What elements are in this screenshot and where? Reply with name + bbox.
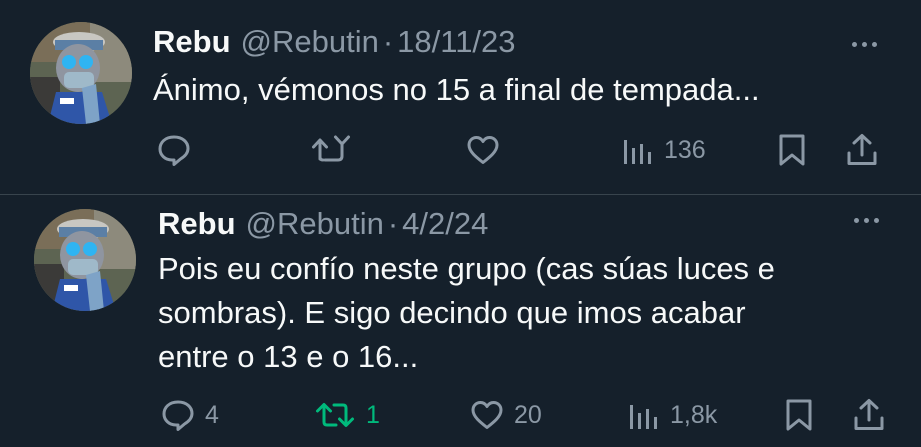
author-handle[interactable]: @Rebutin xyxy=(246,206,384,242)
tweet-header: Rebu @Rebutin · 4/2/24 xyxy=(158,206,488,242)
tweet-text: Pois eu confío neste grupo (cas súas luc… xyxy=(158,251,775,374)
avatar-image xyxy=(30,22,132,124)
reply-count: 4 xyxy=(205,401,219,429)
view-count: 1,8k xyxy=(670,401,718,429)
more-icon[interactable] xyxy=(854,218,879,223)
share-icon xyxy=(847,134,877,165)
author-name[interactable]: Rebu xyxy=(158,206,236,242)
like-count: 20 xyxy=(514,401,542,429)
like-icon xyxy=(471,401,503,429)
bookmark-button[interactable] xyxy=(777,133,807,167)
author-name[interactable]: Rebu xyxy=(153,24,231,60)
avatar[interactable] xyxy=(34,209,136,311)
bookmark-icon xyxy=(786,399,812,431)
tweet-feed: Rebu @Rebutin · 18/11/23 Ánimo, vémonos … xyxy=(0,0,921,447)
author-handle[interactable]: @Rebutin xyxy=(241,24,379,60)
reply-button[interactable] xyxy=(157,134,201,166)
share-button[interactable] xyxy=(846,133,878,167)
tweet-text: Ánimo, vémonos no 15 a final de tempada.… xyxy=(153,72,760,107)
reply-button[interactable]: 4 xyxy=(161,399,219,431)
views-button[interactable]: 1,8k xyxy=(628,399,717,431)
separator: · xyxy=(382,24,394,59)
avatar[interactable] xyxy=(30,22,132,124)
view-count: 136 xyxy=(664,136,706,164)
like-button[interactable] xyxy=(466,135,510,165)
like-icon xyxy=(467,136,499,164)
reply-icon xyxy=(158,135,190,166)
tweet-date[interactable]: 18/11/23 xyxy=(397,24,515,60)
tweet[interactable]: Rebu @Rebutin · 18/11/23 Ánimo, vémonos … xyxy=(0,0,921,195)
bookmark-icon xyxy=(779,134,805,166)
share-icon xyxy=(854,399,884,430)
views-icon xyxy=(630,405,657,429)
views-icon xyxy=(624,140,651,164)
bookmark-button[interactable] xyxy=(784,398,814,432)
more-icon[interactable] xyxy=(852,42,877,47)
retweet-count: 1 xyxy=(366,401,380,429)
retweet-button[interactable]: 1 xyxy=(314,400,380,430)
retweet-icon xyxy=(312,135,350,162)
views-button[interactable]: 136 xyxy=(622,134,706,166)
avatar-image xyxy=(34,209,136,311)
retweet-button[interactable] xyxy=(310,135,362,165)
share-button[interactable] xyxy=(853,398,885,432)
tweet[interactable]: Rebu @Rebutin · 4/2/24 Pois eu confío ne… xyxy=(0,195,921,447)
like-button[interactable]: 20 xyxy=(470,400,542,430)
tweet-header: Rebu @Rebutin · 18/11/23 xyxy=(153,24,516,60)
separator: · xyxy=(387,206,399,241)
tweet-date[interactable]: 4/2/24 xyxy=(402,206,488,242)
retweet-icon xyxy=(316,403,354,427)
reply-icon xyxy=(162,400,194,431)
